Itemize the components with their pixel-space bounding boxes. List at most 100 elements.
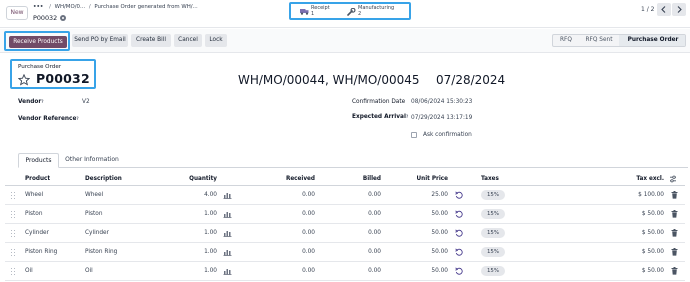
ask-confirmation-checkbox[interactable]	[411, 132, 417, 138]
col-received[interactable]: Received	[255, 176, 315, 182]
trash-icon[interactable]	[671, 210, 678, 218]
record-title: P00032	[33, 14, 67, 22]
po-title-highlight: Purchase Order P00032	[10, 59, 96, 89]
forecast-chart-icon[interactable]	[223, 191, 232, 199]
drag-handle-icon[interactable]	[11, 268, 16, 275]
breadcrumb-separator: /	[88, 4, 91, 10]
description-cell[interactable]: Wheel	[85, 192, 103, 198]
billed-cell: 0.00	[368, 268, 381, 274]
stage-purchase-order[interactable]: Purchase Order	[619, 35, 685, 46]
tax-badge[interactable]: 15%	[481, 247, 505, 257]
col-quantity[interactable]: Quantity	[155, 176, 217, 182]
gear-icon[interactable]	[60, 15, 67, 21]
send-po-email-button[interactable]: Send PO by Email	[72, 34, 128, 47]
forecast-chart-icon[interactable]	[223, 229, 232, 237]
table-row[interactable]: Cylinder Cylinder 1.00 0.00 0.00 50.00 1…	[5, 224, 685, 243]
quantity-cell[interactable]: 4.00	[155, 192, 217, 198]
trash-icon[interactable]	[671, 191, 678, 199]
forecast-chart-icon[interactable]	[223, 248, 232, 256]
table-row[interactable]: Wheel Wheel 4.00 0.00 0.00 25.00 15% $ 1…	[5, 186, 685, 205]
form-statusbar: Receive Products Send PO by Email Create…	[0, 29, 690, 53]
description-cell[interactable]: Piston Ring	[85, 249, 117, 255]
description-cell[interactable]: Cylinder	[85, 230, 109, 236]
stage-rfq-sent[interactable]: RFQ Sent	[579, 35, 619, 46]
status-pipeline: RFQ RFQ Sent Purchase Order	[552, 34, 686, 47]
price-history-icon[interactable]	[455, 191, 463, 199]
create-bill-button[interactable]: Create Bill	[131, 34, 171, 47]
subtotal-cell: $ 50.00	[641, 211, 664, 217]
product-cell[interactable]: Piston Ring	[25, 249, 57, 255]
receipt-smart-button[interactable]: Receipt 1	[300, 5, 346, 19]
unit-price-cell[interactable]: 50.00	[390, 211, 448, 217]
billed-cell: 0.00	[368, 249, 381, 255]
stage-rfq[interactable]: RFQ	[553, 35, 579, 46]
pager-value[interactable]: 1 / 2	[641, 6, 654, 13]
drag-handle-icon[interactable]	[11, 249, 16, 256]
optional-columns-icon[interactable]	[669, 175, 677, 183]
col-taxes[interactable]: Taxes	[481, 176, 499, 182]
drag-handle-icon[interactable]	[11, 192, 16, 199]
breadcrumb-item-mo[interactable]: WH/MO/0...	[55, 4, 85, 10]
wrench-icon	[347, 8, 356, 16]
quantity-cell[interactable]: 1.00	[155, 230, 217, 236]
tax-badge[interactable]: 15%	[481, 266, 505, 276]
expected-arrival-label-text: Expected Arrival	[352, 114, 406, 120]
star-icon[interactable]	[18, 74, 30, 86]
unit-price-cell[interactable]: 50.00	[390, 249, 448, 255]
unit-price-cell[interactable]: 50.00	[390, 268, 448, 274]
manufacturing-count: 2	[358, 11, 362, 17]
col-description[interactable]: Description	[85, 176, 122, 182]
description-cell[interactable]: Piston	[85, 211, 103, 217]
drag-handle-icon[interactable]	[11, 211, 16, 218]
quantity-cell[interactable]: 1.00	[155, 211, 217, 217]
col-product[interactable]: Product	[25, 176, 50, 182]
cancel-button[interactable]: Cancel	[174, 34, 202, 47]
col-unit-price[interactable]: Unit Price	[390, 176, 448, 182]
unit-price-cell[interactable]: 50.00	[390, 230, 448, 236]
table-row[interactable]: Piston Ring Piston Ring 1.00 0.00 0.00 5…	[5, 243, 685, 262]
breadcrumb: ••• / WH/MO/0... / Purchase Order genera…	[33, 4, 198, 10]
table-row[interactable]: Oil Oil 1.00 0.00 0.00 50.00 15% $ 50.00	[5, 262, 685, 281]
pager-previous-button[interactable]	[657, 3, 671, 16]
col-tax-excl[interactable]: Tax excl.	[605, 176, 664, 182]
table-row[interactable]: Piston Piston 1.00 0.00 0.00 50.00 15% $…	[5, 205, 685, 224]
breadcrumb-item-po[interactable]: Purchase Order generated from WH/...	[94, 4, 197, 10]
tax-badge[interactable]: 15%	[481, 228, 505, 238]
product-cell[interactable]: Wheel	[25, 192, 43, 198]
tab-products[interactable]: Products	[18, 153, 59, 168]
trash-icon[interactable]	[671, 229, 678, 237]
manufacturing-smart-button[interactable]: Manufacturing 2	[347, 5, 409, 19]
product-cell[interactable]: Cylinder	[25, 230, 49, 236]
forecast-chart-icon[interactable]	[223, 267, 232, 275]
forecast-chart-icon[interactable]	[223, 210, 232, 218]
product-cell[interactable]: Oil	[25, 268, 33, 274]
price-history-icon[interactable]	[455, 210, 463, 218]
price-history-icon[interactable]	[455, 267, 463, 275]
confirmation-date-field[interactable]: 08/06/2024 15:30:23	[411, 99, 472, 105]
trash-icon[interactable]	[671, 248, 678, 256]
billed-cell: 0.00	[368, 211, 381, 217]
quantity-cell[interactable]: 1.00	[155, 249, 217, 255]
pager-next-button[interactable]	[672, 3, 686, 16]
tab-other-information[interactable]: Other Information	[61, 153, 123, 168]
vendor-field[interactable]: V2	[82, 99, 90, 105]
received-cell: 0.00	[302, 211, 315, 217]
new-button[interactable]: New	[6, 6, 28, 20]
tax-badge[interactable]: 15%	[481, 190, 505, 200]
unit-price-cell[interactable]: 25.00	[390, 192, 448, 198]
expected-arrival-field[interactable]: 07/29/2024 13:17:19	[411, 115, 472, 121]
tax-badge[interactable]: 15%	[481, 209, 505, 219]
product-cell[interactable]: Piston	[25, 211, 43, 217]
breadcrumb-more[interactable]: •••	[33, 4, 43, 10]
received-cell: 0.00	[302, 230, 315, 236]
price-history-icon[interactable]	[455, 229, 463, 237]
price-history-icon[interactable]	[455, 248, 463, 256]
lock-button[interactable]: Lock	[205, 34, 227, 47]
quantity-cell[interactable]: 1.00	[155, 268, 217, 274]
description-cell[interactable]: Oil	[85, 268, 93, 274]
drag-handle-icon[interactable]	[11, 230, 16, 237]
col-billed[interactable]: Billed	[325, 176, 381, 182]
receive-products-button[interactable]: Receive Products	[9, 36, 67, 48]
trash-icon[interactable]	[671, 267, 678, 275]
form-sheet: Purchase Order P00032 WH/MO/00044, WH/MO…	[0, 54, 690, 282]
